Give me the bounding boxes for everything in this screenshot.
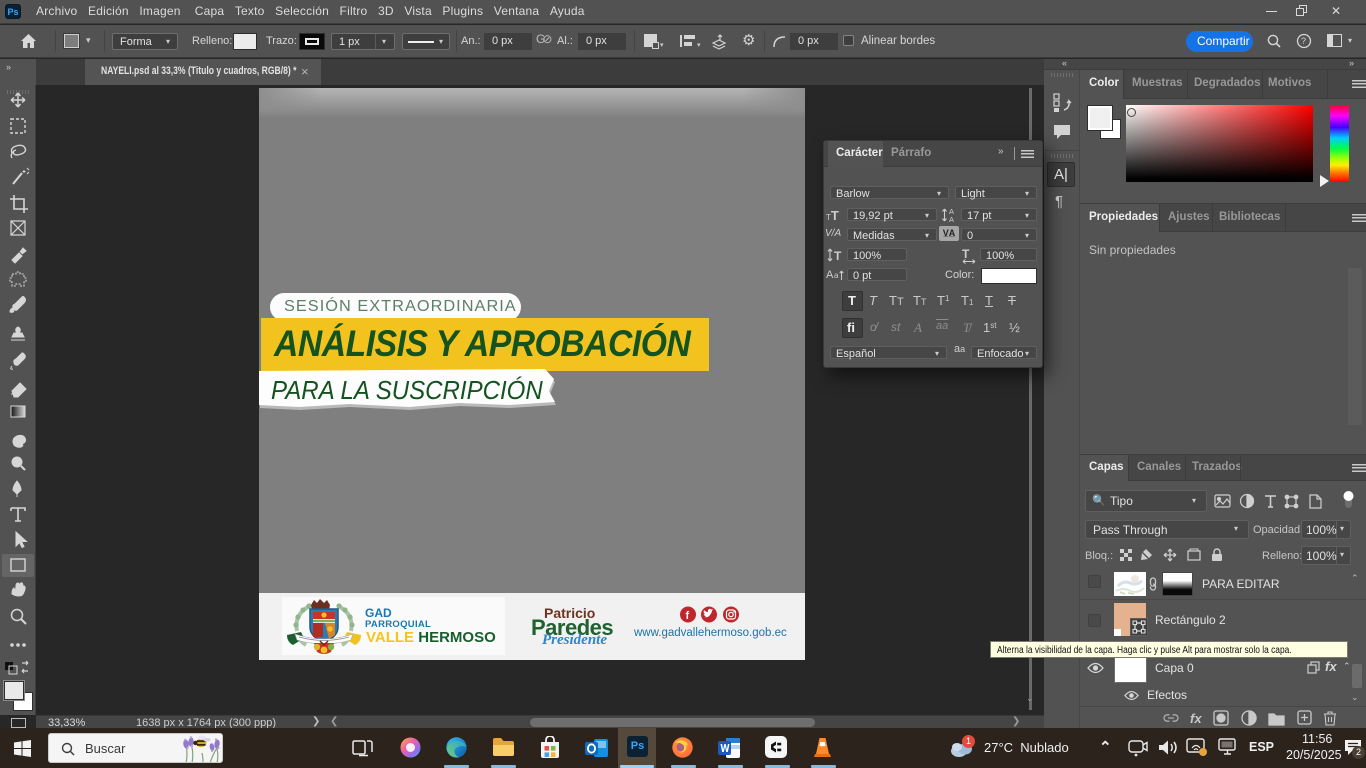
svg-text:a: a <box>834 271 839 280</box>
svg-text:f: f <box>686 610 690 622</box>
svg-text:?: ? <box>1301 36 1306 46</box>
svg-text:fx: fx <box>1190 711 1202 726</box>
svg-text:A: A <box>949 215 954 223</box>
svg-text:A: A <box>826 269 834 281</box>
svg-text:T: T <box>834 249 842 263</box>
svg-text:T: T <box>962 247 970 261</box>
